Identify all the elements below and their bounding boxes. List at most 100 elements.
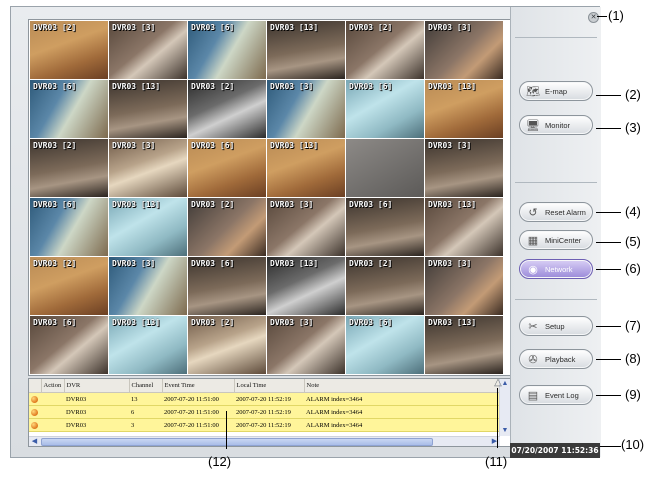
camera-label: DVR03 [2] <box>191 82 235 91</box>
event-log-label: Event Log <box>545 390 579 400</box>
camera-tile[interactable]: DVR03 [3] <box>425 257 503 315</box>
event-log-button[interactable]: ▤ Event Log <box>519 385 593 405</box>
camera-tile[interactable]: DVR03 [6] <box>30 80 108 138</box>
camera-tile[interactable]: DVR03 [2] <box>188 198 266 256</box>
scroll-down-icon[interactable]: ▼ <box>501 427 509 435</box>
camera-tile[interactable]: DVR03 [13] <box>109 80 187 138</box>
camera-label: DVR03 [6] <box>349 200 393 209</box>
camera-label: DVR03 [13] <box>428 200 477 209</box>
alarm-status-icon <box>29 392 41 406</box>
camera-tile[interactable]: DVR03 [6] <box>30 316 108 374</box>
monitor-label: Monitor <box>545 120 571 130</box>
camera-tile[interactable] <box>346 139 424 197</box>
camera-label: DVR03 [13] <box>428 318 477 327</box>
row-dvr: DVR03 <box>64 392 129 406</box>
camera-tile[interactable]: DVR03 [13] <box>109 198 187 256</box>
network-button[interactable]: ◉ Network <box>519 259 593 279</box>
table-row[interactable]: DVR03 6 2007-07-20 11:51:00 2007-07-20 1… <box>29 405 499 419</box>
camera-tile[interactable]: DVR03 [3] <box>267 198 345 256</box>
callout-label: (1) <box>608 8 624 23</box>
camera-tile[interactable]: DVR03 [6] <box>188 21 266 79</box>
camera-tile[interactable]: DVR03 [13] <box>267 139 345 197</box>
camera-label: DVR03 [2] <box>33 23 77 32</box>
emap-label: E-map <box>545 86 568 96</box>
camera-label: DVR03 [2] <box>191 318 235 327</box>
callout-label: (4) <box>625 204 641 219</box>
camera-tile[interactable]: DVR03 [6] <box>30 198 108 256</box>
system-clock: 07/20/2007 11:52:36 <box>510 443 600 458</box>
camera-tile[interactable]: DVR03 [6] <box>188 257 266 315</box>
expand-log-icon[interactable]: △ <box>492 378 504 388</box>
camera-tile[interactable]: DVR03 [3] <box>109 257 187 315</box>
camera-tile[interactable]: DVR03 [13] <box>425 198 503 256</box>
row-channel: 6 <box>129 405 162 419</box>
camera-tile[interactable]: DVR03 [13] <box>425 316 503 374</box>
camera-label: DVR03 [6] <box>33 200 77 209</box>
camera-tile[interactable]: DVR03 [3] <box>267 80 345 138</box>
camera-tile[interactable]: DVR03 [6] <box>188 139 266 197</box>
camera-tile[interactable]: DVR03 [6] <box>346 316 424 374</box>
col-header-action[interactable]: Action <box>41 379 65 393</box>
row-channel: 3 <box>129 418 162 432</box>
camera-tile[interactable]: DVR03 [3] <box>425 21 503 79</box>
scroll-thumb[interactable] <box>41 438 433 446</box>
camera-tile[interactable]: DVR03 [3] <box>425 139 503 197</box>
col-header-channel[interactable]: Channel <box>129 379 163 393</box>
camera-tile[interactable]: DVR03 [13] <box>425 80 503 138</box>
col-header-event-time[interactable]: Event Time <box>162 379 235 393</box>
row-action <box>41 392 64 406</box>
table-row[interactable]: DVR03 3 2007-07-20 11:51:00 2007-07-20 1… <box>29 418 499 432</box>
camera-tile[interactable]: DVR03 [3] <box>267 316 345 374</box>
camera-tile[interactable]: DVR03 [3] <box>109 21 187 79</box>
camera-tile[interactable]: DVR03 [2] <box>188 316 266 374</box>
callout-label: (7) <box>625 318 641 333</box>
camera-tile[interactable]: DVR03 [6] <box>346 80 424 138</box>
monitor-button[interactable]: 🖥 Monitor <box>519 115 593 135</box>
camera-tile[interactable]: DVR03 [3] <box>109 139 187 197</box>
camera-tile[interactable]: DVR03 [6] <box>346 198 424 256</box>
callout-label: (8) <box>625 351 641 366</box>
camera-label: DVR03 [13] <box>112 82 161 91</box>
row-note: ALARM index=3464 <box>304 392 499 406</box>
camera-label: DVR03 [6] <box>33 82 77 91</box>
callout-label: (2) <box>625 87 641 102</box>
callout-leader <box>596 242 621 243</box>
col-header-note[interactable]: Note <box>304 379 500 393</box>
playback-button[interactable]: ✇ Playback <box>519 349 593 369</box>
camera-tile[interactable]: DVR03 [2] <box>188 80 266 138</box>
callout-leader <box>226 411 227 449</box>
callout-leader <box>596 269 621 270</box>
camera-tile[interactable]: DVR03 [2] <box>346 257 424 315</box>
camera-tile[interactable]: DVR03 [2] <box>30 139 108 197</box>
camera-tile[interactable]: DVR03 [2] <box>346 21 424 79</box>
emap-button[interactable]: 🗺 E-map <box>519 81 593 101</box>
app-window: DVR03 [2] DVR03 [3] DVR03 [6] DVR03 [13] DVR… <box>10 6 601 458</box>
table-horizontal-scrollbar[interactable]: ◀ ▶ <box>29 436 500 446</box>
callout-leader <box>596 95 621 96</box>
tools-icon: ✂ <box>528 320 538 333</box>
scroll-left-icon[interactable]: ◀ <box>30 437 39 446</box>
playback-label: Playback <box>545 354 576 364</box>
col-header-dvr[interactable]: DVR <box>64 379 130 393</box>
close-icon[interactable]: ✕ <box>588 12 599 23</box>
camera-label: DVR03 [2] <box>349 259 393 268</box>
camera-label: DVR03 [3] <box>428 259 472 268</box>
camera-tile[interactable]: DVR03 [2] <box>30 257 108 315</box>
camera-tile[interactable]: DVR03 [13] <box>267 257 345 315</box>
callout-label: (6) <box>625 261 641 276</box>
col-header-local-time[interactable]: Local Time <box>234 379 305 393</box>
table-row[interactable]: DVR03 13 2007-07-20 11:51:00 2007-07-20 … <box>29 392 499 406</box>
camera-label: DVR03 [2] <box>33 141 77 150</box>
row-dvr: DVR03 <box>64 418 129 432</box>
reset-alarm-button[interactable]: ↺ Reset Alarm <box>519 202 593 222</box>
col-header-status[interactable] <box>29 379 42 393</box>
camera-tile[interactable]: DVR03 [13] <box>267 21 345 79</box>
divider <box>515 182 597 183</box>
row-note: ALARM index=3464 <box>304 405 499 419</box>
camera-tile[interactable]: DVR03 [2] <box>30 21 108 79</box>
minicenter-button[interactable]: ▦ MiniCenter <box>519 230 593 250</box>
callout-leader <box>596 128 621 129</box>
camera-tile[interactable]: DVR03 [13] <box>109 316 187 374</box>
camera-label: DVR03 [13] <box>112 200 161 209</box>
setup-button[interactable]: ✂ Setup <box>519 316 593 336</box>
